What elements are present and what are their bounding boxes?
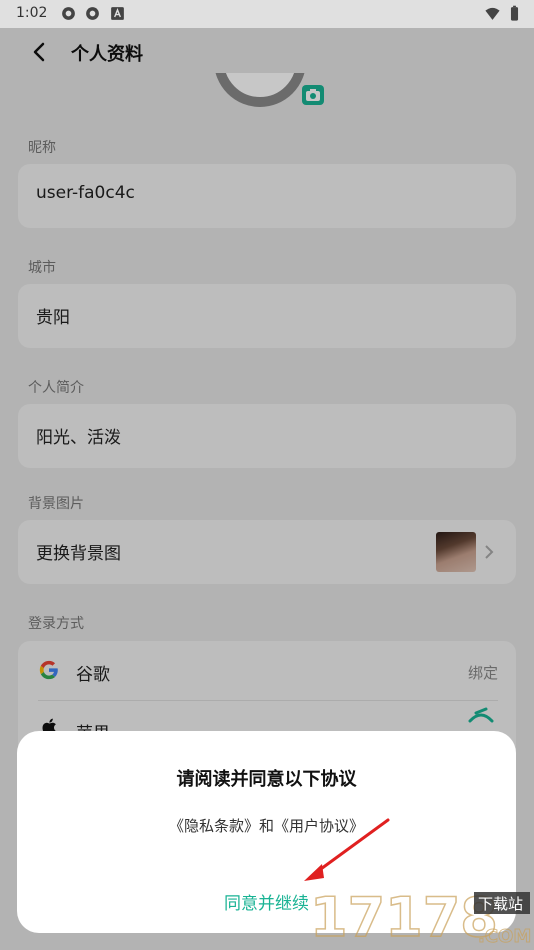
settings-sync-icon <box>62 7 75 20</box>
a-badge-icon <box>111 7 124 20</box>
watermark-domain: .COM <box>478 926 531 947</box>
agreement-links[interactable]: 《隐私条款》和《用户协议》 <box>17 815 516 836</box>
watermark-logo: 17178 下载站 .COM <box>310 885 532 950</box>
watermark-sub: 下载站 <box>478 895 523 913</box>
settings-sync-icon <box>86 7 99 20</box>
status-bar: 1:02 <box>0 0 534 28</box>
status-time: 1:02 <box>16 5 48 21</box>
dialog-title: 请阅读并同意以下协议 <box>176 769 357 790</box>
battery-icon <box>510 5 519 21</box>
watermark-text: 17178 <box>310 886 498 949</box>
wifi-icon <box>485 7 500 20</box>
